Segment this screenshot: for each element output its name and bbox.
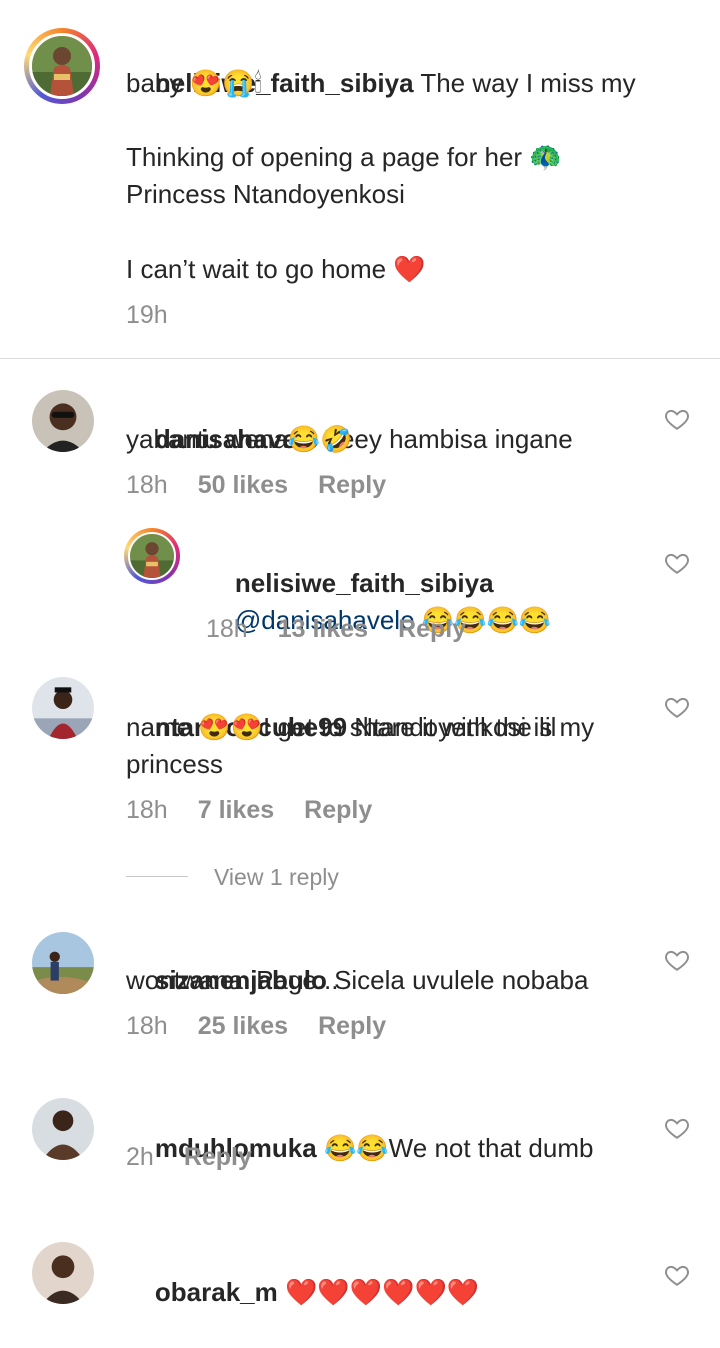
reply-button[interactable]: Reply	[318, 1012, 386, 1040]
comment-likes-link[interactable]: 13 likes	[278, 615, 368, 643]
comment-text-cont: princess	[126, 749, 223, 779]
view-replies-line	[126, 876, 188, 877]
commenter-avatar[interactable]	[32, 390, 94, 452]
reply-button[interactable]: Reply	[304, 796, 372, 824]
like-heart-icon[interactable]	[664, 1115, 690, 1141]
comment-timestamp: 18h	[206, 615, 248, 643]
comment-timestamp: 18h	[126, 471, 168, 499]
comment-text-cont: yabantu wena😂🤣	[126, 424, 353, 454]
caption-divider	[0, 358, 720, 359]
comment-text: Sicela uvulele nobaba	[334, 965, 589, 995]
commenter-avatar[interactable]	[32, 932, 94, 994]
caption-timestamp: 19h	[126, 301, 168, 329]
like-heart-icon[interactable]	[664, 550, 690, 576]
like-heart-icon[interactable]	[664, 1262, 690, 1288]
comment-text: ❤️❤️❤️❤️❤️❤️	[284, 1277, 480, 1307]
comment-text-cont: name 😍😍I get to share it with the lil	[126, 712, 557, 742]
comment-text-cont: wontwana iPage...	[126, 965, 339, 995]
view-replies-button[interactable]: View 1 reply	[214, 864, 339, 891]
caption-text-line3: Thinking of opening a page for her 🦚	[126, 142, 562, 172]
commenter-avatar[interactable]	[124, 528, 180, 584]
caption-text-line5: I can’t wait to go home ❤️	[126, 254, 426, 284]
commenter-avatar[interactable]	[32, 1242, 94, 1304]
comment-timestamp: 18h	[126, 796, 168, 824]
comment-username[interactable]: obarak_m	[155, 1277, 278, 1307]
comment-likes-link[interactable]: 25 likes	[198, 1012, 288, 1040]
like-heart-icon[interactable]	[664, 947, 690, 973]
comment-timestamp: 18h	[126, 1012, 168, 1040]
comment-timestamp: 2h	[126, 1143, 154, 1171]
caption-author-avatar[interactable]	[24, 28, 100, 104]
comment-likes-link[interactable]: 50 likes	[198, 471, 288, 499]
commenter-avatar[interactable]	[32, 1098, 94, 1160]
comment-text: Yeey hambisa ingane	[324, 424, 573, 454]
caption-text-line4: Princess Ntandoyenkosi	[126, 179, 405, 209]
like-heart-icon[interactable]	[664, 406, 690, 432]
reply-button[interactable]: Reply	[184, 1143, 252, 1171]
comment-text: 😂😂We not that dumb	[323, 1133, 594, 1163]
comment-likes-link[interactable]: 7 likes	[198, 796, 274, 824]
caption-text-line1: The way I miss my	[420, 68, 636, 98]
reply-button[interactable]: Reply	[398, 615, 466, 643]
post-caption: nelisiwe_faith_sibiya The way I miss my …	[0, 0, 720, 358]
reply-button[interactable]: Reply	[318, 471, 386, 499]
like-heart-icon[interactable]	[664, 694, 690, 720]
caption-text-line2: baby 😍😭🕯	[126, 68, 262, 98]
commenter-avatar[interactable]	[32, 677, 94, 739]
